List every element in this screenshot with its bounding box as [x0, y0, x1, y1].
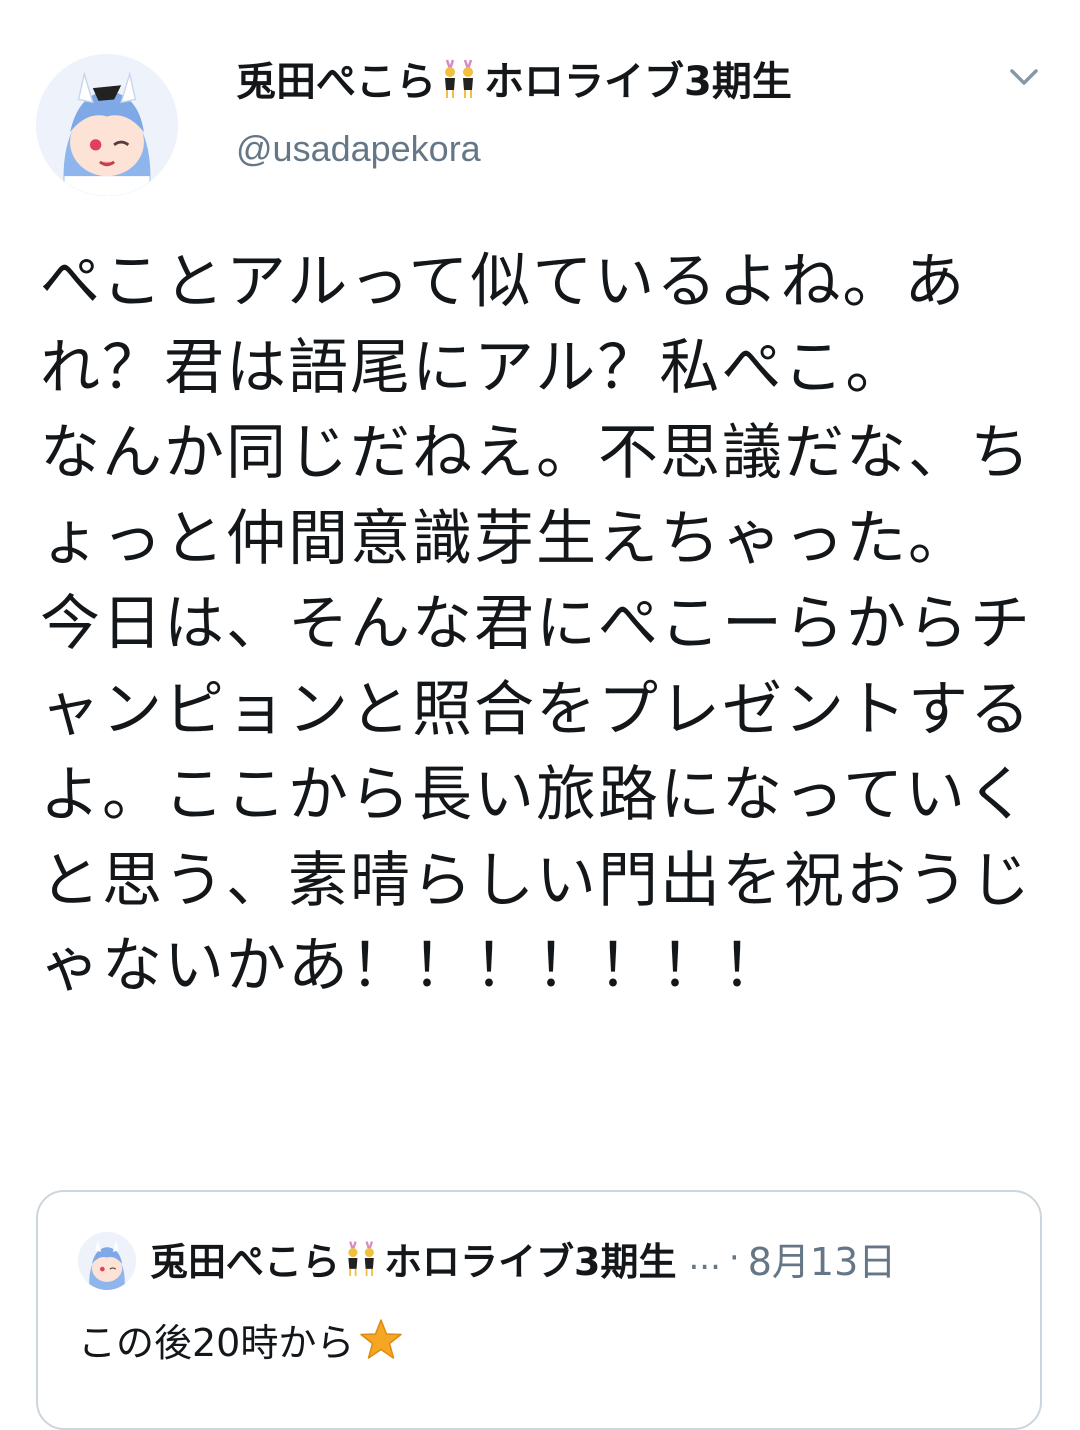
- display-name-suffix[interactable]: ホロライブ3期生: [484, 49, 792, 107]
- display-name[interactable]: 兎田ぺこら: [236, 49, 436, 107]
- bunny-dancers-emoji: [438, 56, 482, 100]
- profile-avatar[interactable]: [36, 54, 178, 196]
- star-emoji: [358, 1317, 404, 1363]
- quoted-display-name-row[interactable]: 兎田ぺこら ホロライブ3期生: [150, 1231, 676, 1286]
- quoted-text-row: この後20時から: [78, 1312, 404, 1367]
- quoted-tweet[interactable]: 兎田ぺこら ホロライブ3期生 ... · 8月13日 この後20時から: [36, 1190, 1042, 1430]
- tweet[interactable]: 兎田ぺこら ホロライブ3期生 @usadapekora ぺことアルって似ているよ…: [0, 0, 1080, 1430]
- quoted-display-name-suffix: ホロライブ3期生: [384, 1239, 677, 1284]
- truncation-ellipsis: ...: [688, 1238, 721, 1278]
- bunny-dancers-emoji: [342, 1238, 382, 1278]
- date-separator: ·: [728, 1238, 740, 1278]
- quoted-header: 兎田ぺこら ホロライブ3期生 ... · 8月13日: [150, 1228, 896, 1288]
- quoted-text: この後20時から: [78, 1321, 355, 1365]
- chevron-down-icon[interactable]: [1004, 62, 1044, 92]
- tweet-text: ぺことアルって似ているよね。あれ？君は語尾にアル？私ぺこ。 なんか同じだねえ。不…: [40, 247, 1032, 1001]
- quoted-date[interactable]: 8月13日: [748, 1231, 897, 1286]
- display-name-row[interactable]: 兎田ぺこら ホロライブ3期生: [236, 50, 792, 106]
- avatar-illustration: [36, 54, 178, 196]
- user-handle[interactable]: @usadapekora: [236, 128, 481, 170]
- avatar-illustration: [78, 1232, 136, 1290]
- quoted-display-name: 兎田ぺこら: [150, 1239, 341, 1284]
- quoted-avatar[interactable]: [78, 1232, 136, 1290]
